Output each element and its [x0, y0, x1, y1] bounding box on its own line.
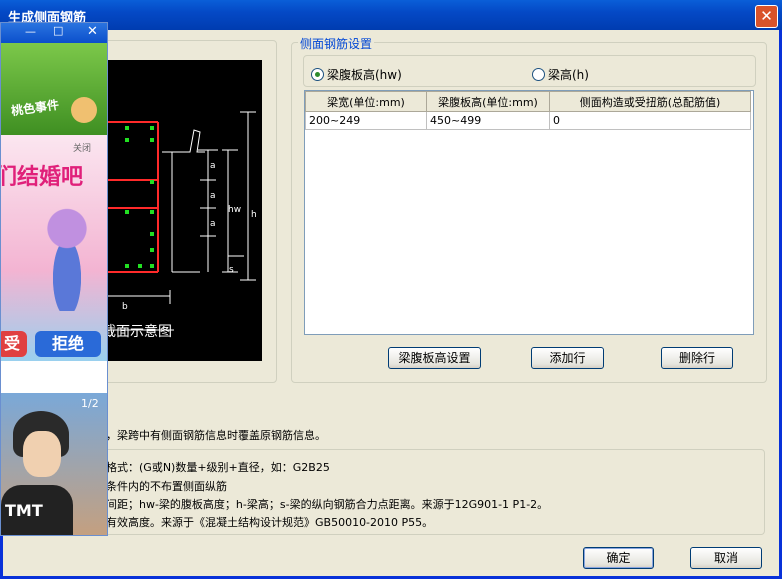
- note-line-5: 有效高度。来源于《混凝土结构设计规范》GB50010-2010 P55。: [106, 516, 434, 529]
- delete-row-button[interactable]: 删除行: [661, 347, 733, 369]
- web-height-settings-button[interactable]: 梁腹板高设置: [388, 347, 481, 369]
- col-header-side-rebar[interactable]: 侧面构造或受扭筋(总配筋值): [549, 91, 751, 112]
- settings-group-title: 侧面钢筋设置: [298, 35, 375, 52]
- ok-button[interactable]: 确定: [583, 547, 654, 569]
- popup-titlebar: — □ ✕: [1, 23, 107, 43]
- ad-person-shirt: TMT: [1, 485, 73, 535]
- ad-shirt-text: TMT: [5, 501, 43, 520]
- radio-beam-height[interactable]: 梁高(h): [532, 66, 589, 83]
- ad-secondary[interactable]: 1/2 TMT: [1, 393, 107, 535]
- popup-minimize-icon[interactable]: —: [25, 25, 36, 38]
- ad-main[interactable]: 关闭 们结婚吧 受 拒绝: [1, 135, 107, 361]
- cell-web-height[interactable]: 450~499: [426, 111, 550, 130]
- table-row[interactable]: 200~249 450~499 0: [305, 111, 751, 130]
- ad-popup[interactable]: — □ ✕ 桃色事件 关闭 们结婚吧 受 拒绝 1/2 TMT: [0, 22, 108, 536]
- accept-button[interactable]: 受: [1, 331, 27, 357]
- ad-headline: 们结婚吧: [0, 165, 84, 190]
- dim-label-a1: a: [210, 161, 216, 171]
- dim-label-h: h: [251, 210, 257, 220]
- note-line-3: 条件内的不布置侧面纵筋: [106, 480, 227, 493]
- dim-label-b: b: [122, 302, 128, 312]
- radio-beam-height-label: 梁高(h): [548, 68, 589, 82]
- ad-page-indicator: 1/2: [81, 397, 99, 410]
- radio-web-height-label: 梁腹板高(hw): [327, 68, 402, 82]
- col-header-beam-width[interactable]: 梁宽(单位:mm): [305, 91, 427, 112]
- cell-beam-width[interactable]: 200~249: [305, 111, 427, 130]
- ad-banner-text: 桃色事件: [10, 97, 60, 119]
- popup-maximize-icon[interactable]: □: [53, 24, 63, 37]
- dim-label-a3: a: [210, 219, 216, 229]
- col-header-web-height[interactable]: 梁腹板高(单位:mm): [426, 91, 550, 112]
- popup-close-icon[interactable]: ✕: [87, 24, 98, 39]
- dim-label-s: s: [229, 265, 234, 275]
- title-bar: 生成侧面钢筋 ✕: [0, 0, 782, 30]
- ad-person-face: [23, 431, 61, 477]
- reject-button[interactable]: 拒绝: [35, 331, 101, 357]
- section-diagram: a a a hw h s b 截面示意图: [100, 60, 262, 361]
- ad-separator: [1, 361, 107, 393]
- note-line-4: 间距；hw-梁的腹板高度；h-梁高；s-梁的纵向钢筋合力点距离。来源于12G90…: [106, 498, 549, 511]
- radio-web-height-dot[interactable]: [311, 68, 324, 81]
- add-row-button[interactable]: 添加行: [531, 347, 604, 369]
- note-line-2: 格式：(G或N)数量+级别+直径，如：G2B25: [106, 461, 330, 474]
- cell-side-rebar[interactable]: 0: [549, 111, 751, 130]
- radio-beam-height-dot[interactable]: [532, 68, 545, 81]
- close-button[interactable]: ✕: [755, 5, 778, 28]
- ad-mascot-icon: [71, 97, 97, 123]
- radio-web-height[interactable]: 梁腹板高(hw): [311, 66, 402, 83]
- ad-close-hint[interactable]: 关闭: [73, 141, 91, 154]
- ad-banner[interactable]: 桃色事件: [1, 43, 107, 135]
- dim-label-hw: hw: [228, 205, 241, 215]
- ad-character-image: [39, 201, 95, 311]
- side-rebar-table: 梁宽(单位:mm) 梁腹板高(单位:mm) 侧面构造或受扭筋(总配筋值) 200…: [305, 91, 751, 130]
- cancel-button[interactable]: 取消: [690, 547, 762, 569]
- diagram-caption: 截面示意图: [102, 323, 172, 340]
- note-line-1: ，梁跨中有侧面钢筋信息时覆盖原钢筋信息。: [106, 429, 326, 442]
- dim-label-a2: a: [210, 191, 216, 201]
